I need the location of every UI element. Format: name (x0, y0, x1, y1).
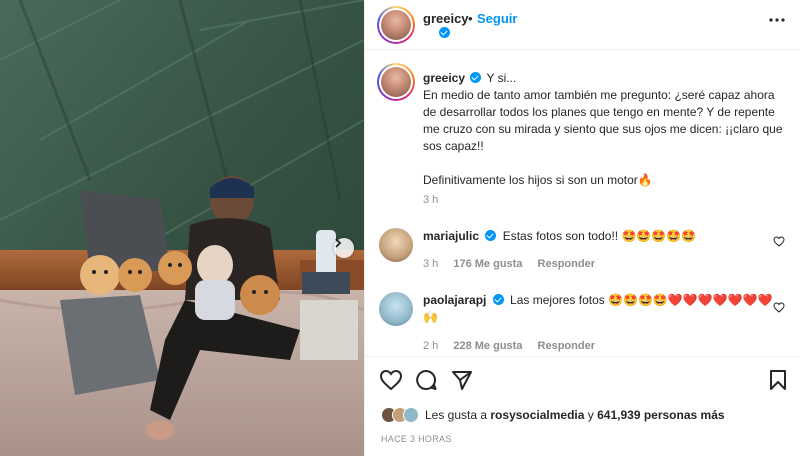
share-icon[interactable] (451, 369, 473, 391)
comment-meta: 2 h 228 Me gusta Responder (423, 340, 607, 352)
likes-prefix: Les gusta a (425, 408, 491, 422)
liker-avatar[interactable] (403, 407, 419, 423)
likes-count[interactable]: 641,939 personas más (597, 408, 724, 422)
author-avatar[interactable] (377, 6, 415, 44)
post-photo-illustration (0, 0, 364, 456)
comment-like-icon[interactable] (773, 302, 785, 313)
follow-button[interactable]: Seguir (477, 11, 517, 26)
liker-username[interactable]: rosysocialmedia (490, 408, 584, 422)
comment-text: Estas fotos son todo!! 🤩🤩🤩🤩🤩 (502, 229, 697, 243)
verified-badge-icon (485, 230, 497, 241)
comment-item: paolajarapj Las mejores fotos 🤩🤩🤩🤩❤️❤️❤️… (379, 292, 799, 354)
comment-item: mariajulic Estas fotos son todo!! 🤩🤩🤩🤩🤩 … (379, 228, 799, 276)
caption-avatar[interactable] (377, 63, 415, 101)
likes-summary: Les gusta a rosysocialmedia y 641,939 pe… (381, 407, 725, 423)
commenter-avatar[interactable] (379, 228, 413, 262)
post-timestamp: HACE 3 HORAS (381, 434, 452, 444)
post-caption: greeicy Y si... En medio de tanto amor t… (423, 70, 791, 189)
comment-icon[interactable] (415, 369, 437, 391)
caption-text: Y si... En medio de tanto amor también m… (423, 71, 783, 187)
header-separator: • (468, 11, 473, 26)
likes-middle: y (584, 408, 598, 422)
comment-time: 2 h (423, 340, 439, 352)
comment-reply-button[interactable]: Responder (538, 340, 595, 352)
next-photo-button[interactable] (334, 238, 354, 258)
comment-body: mariajulic Estas fotos son todo!! 🤩🤩🤩🤩🤩 (423, 228, 783, 245)
comment-likes[interactable]: 228 Me gusta (453, 340, 522, 352)
commenter-avatar[interactable] (379, 292, 413, 326)
caption-time: 3 h (423, 194, 439, 206)
comment-likes[interactable]: 176 Me gusta (453, 258, 522, 270)
comment-meta: 3 h 176 Me gusta Responder (423, 258, 607, 270)
verified-badge-icon (492, 294, 504, 305)
likes-text: Les gusta a rosysocialmedia y 641,939 pe… (425, 408, 725, 422)
more-options-button[interactable] (768, 12, 786, 33)
post-side-panel: greeicy • Seguir greeicy Y si... En medi… (364, 0, 800, 456)
verified-badge-icon (470, 72, 482, 83)
author-username[interactable]: greeicy (423, 11, 469, 26)
bookmark-icon[interactable] (769, 369, 787, 391)
post-photo (0, 0, 364, 456)
caption-username[interactable]: greeicy (423, 71, 465, 85)
comment-body: paolajarapj Las mejores fotos 🤩🤩🤩🤩❤️❤️❤️… (423, 292, 783, 326)
comment-reply-button[interactable]: Responder (538, 258, 595, 270)
comment-like-icon[interactable] (773, 236, 785, 247)
comment-time: 3 h (423, 258, 439, 270)
comment-username[interactable]: mariajulic (423, 229, 479, 243)
verified-badge-icon (439, 27, 450, 38)
post-actions: Les gusta a rosysocialmedia y 641,939 pe… (365, 356, 800, 456)
post-header: greeicy • Seguir (365, 0, 800, 50)
chevron-right-icon (335, 238, 342, 248)
comment-username[interactable]: paolajarapj (423, 293, 486, 307)
heart-icon[interactable] (379, 369, 403, 391)
more-icon (769, 18, 785, 22)
